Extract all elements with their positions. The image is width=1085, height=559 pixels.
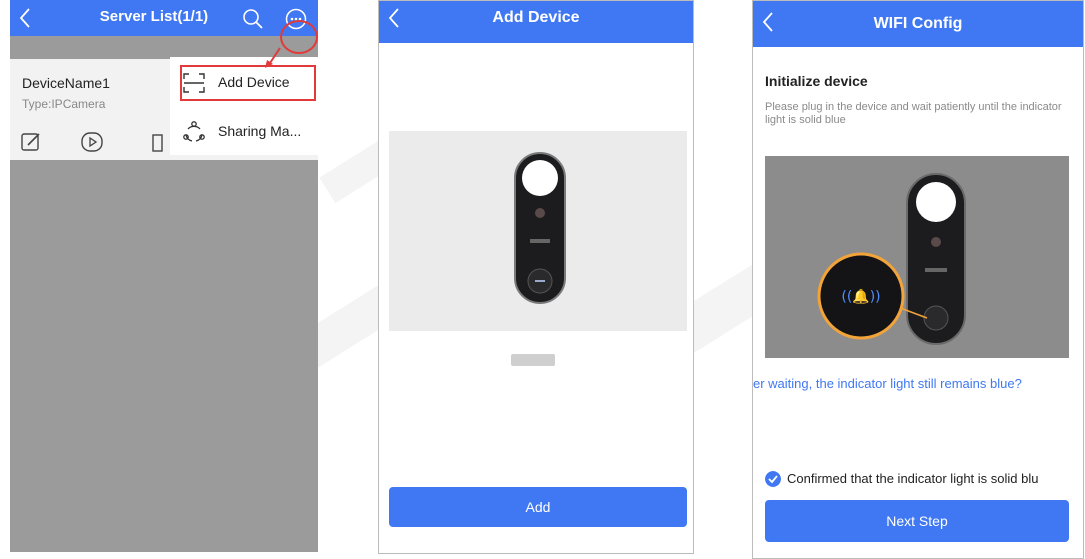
highlight-box xyxy=(180,65,316,101)
nav-bar: WIFI Config xyxy=(753,1,1083,47)
device-image: ((🔔)) xyxy=(765,156,1069,358)
dropdown-menu: Add Device Sharing Ma... xyxy=(170,57,318,155)
add-button[interactable]: Add xyxy=(389,487,687,527)
delete-icon[interactable] xyxy=(150,131,164,158)
device-label-blurred xyxy=(511,354,555,366)
edit-icon[interactable] xyxy=(20,131,42,158)
next-step-button[interactable]: Next Step xyxy=(765,500,1069,542)
arrow-annotation xyxy=(265,47,281,68)
menu-item-sharing[interactable]: Sharing Ma... xyxy=(170,109,318,154)
svg-text:((🔔)): ((🔔)) xyxy=(841,288,880,305)
nav-bar: Add Device xyxy=(379,1,693,43)
help-link[interactable]: er waiting, the indicator light still re… xyxy=(753,376,1022,391)
confirm-label: Confirmed that the indicator light is so… xyxy=(787,471,1039,486)
checkbox-checked-icon[interactable] xyxy=(765,471,781,487)
section-heading: Initialize device xyxy=(765,73,868,89)
page-title: Server List(1/1) xyxy=(99,8,209,25)
server-list-screen: Server List(1/1) DeviceName1 Type:IPCame… xyxy=(10,0,318,552)
play-icon[interactable] xyxy=(80,131,104,158)
wifi-config-screen: WIFI Config Initialize device Please plu… xyxy=(752,0,1084,559)
share-icon xyxy=(183,121,205,142)
search-icon[interactable] xyxy=(242,8,264,30)
device-name: DeviceName1 xyxy=(22,75,110,91)
nav-bar: Server List(1/1) xyxy=(10,0,318,36)
menu-item-label: Sharing Ma... xyxy=(218,123,302,139)
device-type: Type:IPCamera xyxy=(22,97,106,111)
page-title: WIFI Config xyxy=(873,15,963,32)
page-title: Add Device xyxy=(492,9,580,26)
add-device-screen: Add Device Add xyxy=(378,0,694,554)
instruction-text: Please plug in the device and wait patie… xyxy=(765,101,1062,126)
device-image xyxy=(389,131,687,331)
